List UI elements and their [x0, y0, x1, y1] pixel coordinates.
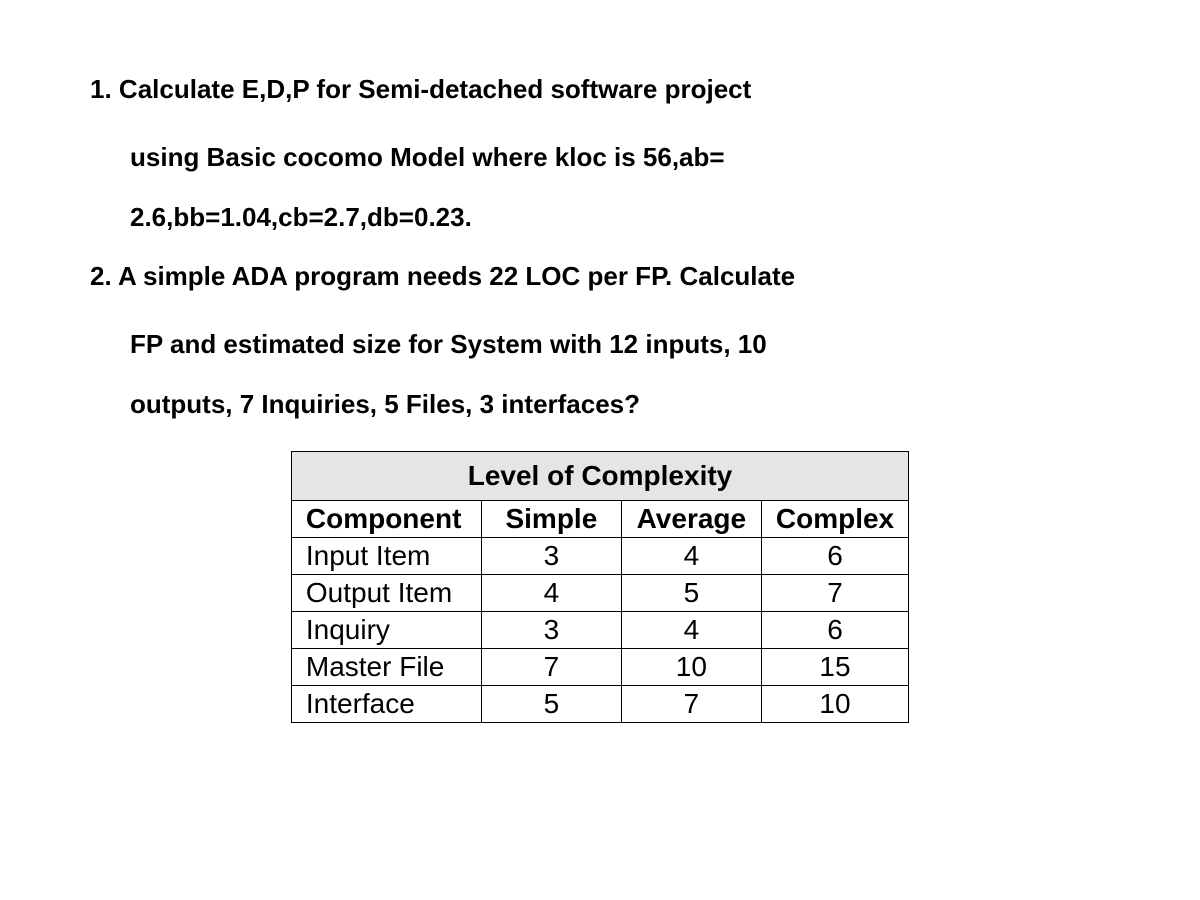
cell-simple: 4 [481, 574, 621, 611]
question-1: 1. Calculate E,D,P for Semi-detached sof… [90, 60, 1110, 120]
question-1-line3: 2.6,bb=1.04,cb=2.7,db=0.23. [90, 188, 1110, 248]
cell-simple: 3 [481, 611, 621, 648]
cell-simple: 5 [481, 685, 621, 722]
question-text: Calculate E,D,P for Semi-detached softwa… [119, 74, 751, 104]
cell-average: 7 [621, 685, 761, 722]
cell-simple: 3 [481, 537, 621, 574]
cell-average: 10 [621, 648, 761, 685]
cell-average: 5 [621, 574, 761, 611]
table-row: Input Item 3 4 6 [291, 537, 908, 574]
question-2-line2: FP and estimated size for System with 12… [90, 315, 1110, 375]
complexity-table: Level of Complexity Component Simple Ave… [291, 451, 909, 723]
question-marker: 2. [90, 261, 112, 291]
cell-complex: 15 [761, 648, 908, 685]
header-average: Average [621, 500, 761, 537]
complexity-table-wrap: Level of Complexity Component Simple Ave… [90, 451, 1110, 723]
cell-component: Interface [291, 685, 481, 722]
cell-component: Master File [291, 648, 481, 685]
table-title: Level of Complexity [291, 451, 908, 500]
question-2-line3: outputs, 7 Inquiries, 5 Files, 3 interfa… [90, 375, 1110, 435]
cell-complex: 10 [761, 685, 908, 722]
cell-component: Input Item [291, 537, 481, 574]
table-title-row: Level of Complexity [291, 451, 908, 500]
header-complex: Complex [761, 500, 908, 537]
table-row: Interface 5 7 10 [291, 685, 908, 722]
cell-average: 4 [621, 611, 761, 648]
cell-complex: 6 [761, 611, 908, 648]
question-2: 2. A simple ADA program needs 22 LOC per… [90, 247, 1110, 307]
header-component: Component [291, 500, 481, 537]
table-header-row: Component Simple Average Complex [291, 500, 908, 537]
cell-simple: 7 [481, 648, 621, 685]
cell-component: Output Item [291, 574, 481, 611]
cell-complex: 6 [761, 537, 908, 574]
table-row: Master File 7 10 15 [291, 648, 908, 685]
cell-average: 4 [621, 537, 761, 574]
question-1-line2: using Basic cocomo Model where kloc is 5… [90, 128, 1110, 188]
cell-complex: 7 [761, 574, 908, 611]
question-list: 1. Calculate E,D,P for Semi-detached sof… [90, 60, 1110, 435]
header-simple: Simple [481, 500, 621, 537]
table-row: Inquiry 3 4 6 [291, 611, 908, 648]
table-row: Output Item 4 5 7 [291, 574, 908, 611]
question-marker: 1. [90, 74, 112, 104]
question-text: A simple ADA program needs 22 LOC per FP… [118, 261, 795, 291]
cell-component: Inquiry [291, 611, 481, 648]
